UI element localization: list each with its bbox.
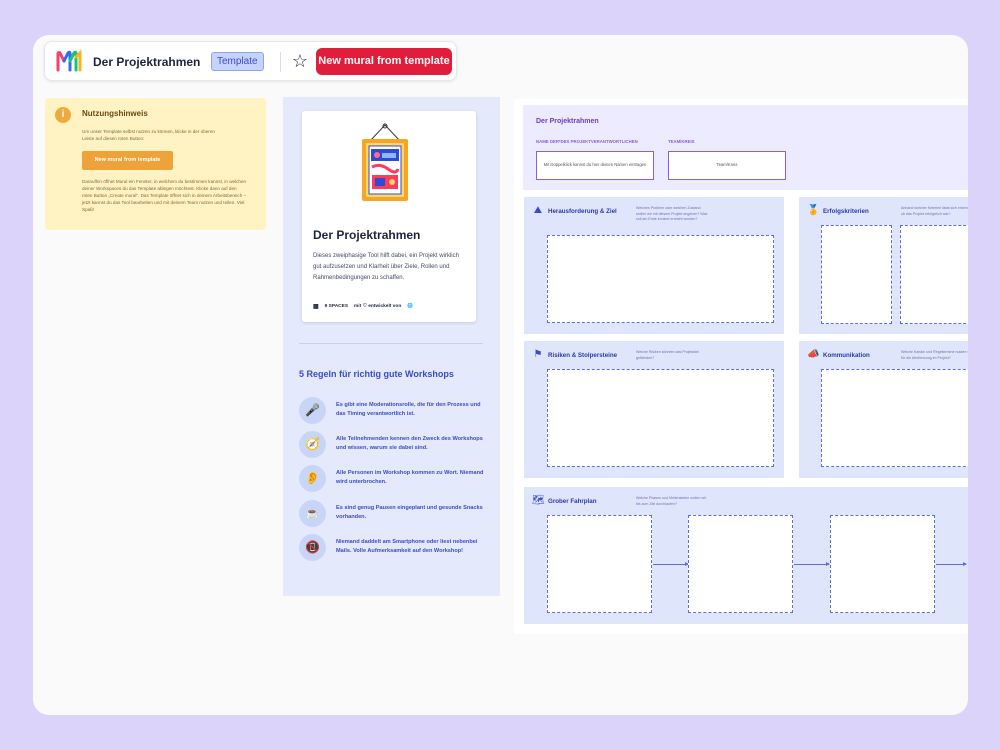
communication-input-area[interactable] [821,369,968,467]
plan-step-1[interactable] [547,515,652,613]
plan-arrow [653,562,689,566]
made-by-label: mit ♡ entwickelt von [354,304,402,309]
rules-title: 5 Regeln für richtig gute Workshops [299,369,454,379]
card-title: Der Projektrahmen [313,228,421,242]
success-input-area-1[interactable] [821,225,892,324]
challenge-input-area[interactable] [547,235,774,323]
rule-text: Es sind genug Pausen eingeplant und gesu… [336,505,483,520]
rule-text: Alle Personen im Workshop kommen zu Wort… [336,470,484,485]
rule-text: Niemand daddelt am Smartphone oder liest… [336,539,478,554]
toolbar-divider [280,52,281,72]
mural-title: Der Projektrahmen [93,55,201,69]
star-icon[interactable]: ☆ [290,51,310,71]
panel-plan: 🗺 Grober Fahrplan Welche Phasen und Meil… [524,487,968,624]
compass-icon: 🧭 [299,431,326,458]
hurdle-icon: ⚑ [533,349,543,360]
panel-success: 🏅 Erfolgskriterien Anhand welcher Kriter… [799,197,968,334]
new-mural-from-template-button[interactable]: New mural from template [316,48,452,75]
globe-logo-icon: 🌐 [407,304,414,309]
rule-item: 🧭 Alle Teilnehmenden kennen den Zweck de… [299,431,489,461]
card-meta: ▦ 9 SPACES mit ♡ entwickelt von 🌐 [313,303,413,310]
grid-icon: ▦ [313,304,319,310]
info-icon: i [55,107,71,123]
panel-challenge-title: Herausforderung & Ziel [548,208,617,215]
notice-text-intro: Um unser Template selbst nutzen zu könne… [82,129,215,141]
no-phone-icon: 📵 [299,534,326,561]
owner-name-field[interactable]: Mit Doppelklick kannst du hier deinen Na… [536,151,654,180]
top-toolbar: Der Projektrahmen Template ☆ New mural f… [44,41,457,81]
panel-communication-hint: Welche Kanäle und Regeltermine nutzen wi… [901,350,968,360]
notice-text-instructions: Daraufhin öffnet Mural ein Fenster, in w… [82,179,247,212]
team-label: TEAM/KREIS [668,139,695,144]
panel-communication-title: Kommunikation [823,352,870,359]
template-info-column: Der Projektrahmen Dieses zweiphasige Too… [283,97,500,596]
risks-input-area[interactable] [547,369,774,467]
team-field[interactable]: Team/Kreis [668,151,786,180]
board-header: Der Projektrahmen NAME DER*DES PROJEKTVE… [523,105,968,190]
rule-item: 📵 Niemand daddelt am Smartphone oder lie… [299,534,489,564]
section-divider [299,343,483,344]
usage-notice-sticky[interactable]: i Nutzungshinweis Um unser Template selb… [45,98,266,230]
panel-challenge-hint: Welches Problem oder welchen Zustand wol… [636,206,708,221]
mural-board[interactable]: Der Projektrahmen NAME DER*DES PROJEKTVE… [514,99,968,634]
board-title: Der Projektrahmen [536,118,599,125]
megaphone-icon: 📣 [807,349,820,360]
notice-example-button: New mural from template [82,151,173,170]
app-window: Der Projektrahmen Template ☆ New mural f… [33,35,968,715]
spaces-count: 9 SPACES [324,304,349,309]
panel-risks-hint: Welche Risiken könnten das Projektziel g… [636,350,699,360]
framed-picture-illustration [362,123,408,201]
panel-risks: ⚑ Risiken & Stolpersteine Welche Risiken… [524,341,784,478]
panel-plan-hint: Welche Phasen und Meilensteine wollen wi… [636,496,707,506]
panel-success-title: Erfolgskriterien [823,208,869,215]
notice-title: Nutzungshinweis [82,109,148,118]
plan-step-2[interactable] [688,515,793,613]
rule-item: 🎤 Es gibt eine Moderationsrolle, die für… [299,397,489,427]
panel-risks-title: Risiken & Stolpersteine [548,352,618,359]
template-badge: Template [211,52,264,71]
map-icon: 🗺 [532,495,545,506]
owner-label: NAME DER*DES PROJEKTVERANTWORTLICHEN [536,139,638,144]
panel-success-hint: Anhand welcher Kriterien lässt sich erke… [901,206,968,216]
plan-step-3[interactable] [830,515,935,613]
template-card[interactable]: Der Projektrahmen Dieses zweiphasige Too… [302,111,476,322]
rule-text: Alle Teilnehmenden kennen den Zweck des … [336,436,483,451]
rule-item: 👂 Alle Personen im Workshop kommen zu Wo… [299,465,489,495]
rule-item: ☕ Es sind genug Pausen eingeplant und ge… [299,500,489,530]
panel-communication: 📣 Kommunikation Welche Kanäle und Regelt… [799,341,968,478]
medal-icon: 🏅 [807,205,820,216]
plan-arrow [794,562,830,566]
panel-challenge: ⛰ Herausforderung & Ziel Welches Problem… [524,197,784,334]
coffee-icon: ☕ [299,500,326,527]
panel-plan-title: Grober Fahrplan [548,498,597,505]
card-description: Dieses zweiphasige Tool hilft dabei, ein… [313,253,459,281]
success-input-area-2[interactable] [900,225,968,324]
rule-text: Es gibt eine Moderationsrolle, die für d… [336,402,481,417]
ear-icon: 👂 [299,465,326,492]
mountain-flag-icon: ⛰ [533,205,543,216]
microphone-icon: 🎤 [299,397,326,424]
plan-arrow [936,562,967,566]
mural-logo-icon [56,49,82,72]
